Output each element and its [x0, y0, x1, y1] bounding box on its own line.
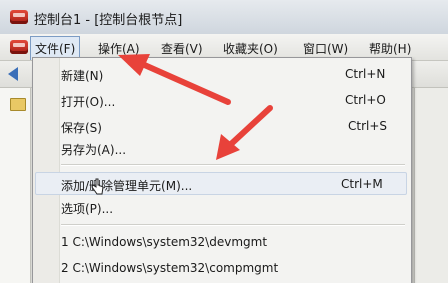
- annotation-arrows: [118, 54, 273, 160]
- arrow-to-file-menu-icon: [118, 54, 231, 105]
- screen: 控制台1 - [控制台根节点] 文件(F) 操作(A) 查看(V) 收藏夹(O)…: [0, 0, 448, 283]
- arrow-to-add-remove-snapin-icon: [216, 105, 273, 160]
